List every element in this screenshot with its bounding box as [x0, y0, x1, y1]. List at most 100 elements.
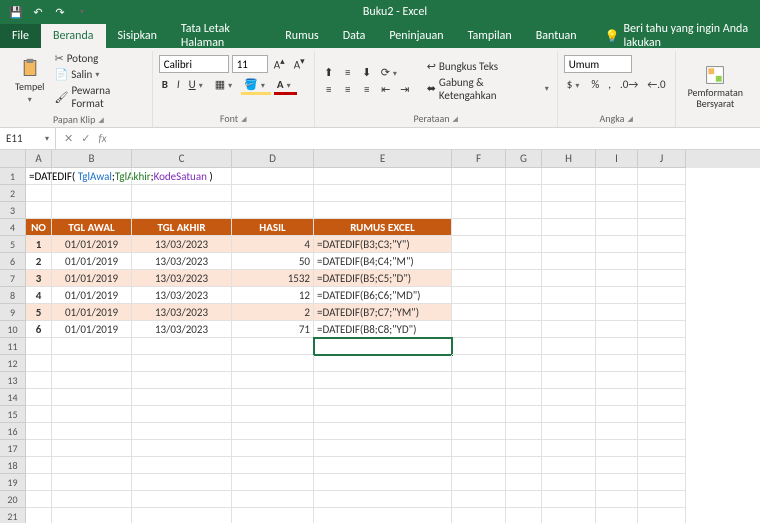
cell[interactable]: =DATEDIF(B7;C7;"YM")	[314, 304, 452, 321]
cell[interactable]: 2	[232, 304, 314, 321]
row-header[interactable]: 16	[0, 423, 26, 440]
increase-decimal-icon[interactable]: .0→	[617, 77, 641, 92]
col-header[interactable]: J	[638, 150, 686, 168]
cell[interactable]	[506, 508, 542, 523]
cell[interactable]	[232, 372, 314, 389]
cell[interactable]: 50	[232, 253, 314, 270]
col-header[interactable]: C	[132, 150, 232, 168]
cell[interactable]	[542, 304, 596, 321]
row-header[interactable]: 2	[0, 185, 26, 202]
align-left-icon[interactable]: ≡	[321, 82, 337, 97]
cell[interactable]	[52, 202, 132, 219]
cell[interactable]	[542, 457, 596, 474]
cell[interactable]: TGL AWAL	[52, 219, 132, 236]
comma-button[interactable]: ,	[605, 77, 614, 92]
cell[interactable]	[132, 508, 232, 523]
cell[interactable]	[314, 508, 452, 523]
cell[interactable]: 13/03/2023	[132, 236, 232, 253]
cell[interactable]	[542, 423, 596, 440]
cell[interactable]	[52, 440, 132, 457]
cell[interactable]	[52, 185, 132, 202]
cell[interactable]: =DATEDIF(B5;C5;"D")	[314, 270, 452, 287]
cell[interactable]	[638, 474, 686, 491]
cell[interactable]	[596, 168, 638, 185]
cell[interactable]	[638, 253, 686, 270]
tab-data[interactable]: Data	[331, 24, 378, 48]
cell[interactable]: 3	[26, 270, 52, 287]
cell[interactable]	[506, 236, 542, 253]
cell[interactable]: 13/03/2023	[132, 253, 232, 270]
cell[interactable]	[52, 389, 132, 406]
currency-button[interactable]: $▾	[564, 77, 586, 92]
cell[interactable]	[542, 202, 596, 219]
cell[interactable]	[52, 491, 132, 508]
cell[interactable]	[638, 270, 686, 287]
row-header[interactable]: 20	[0, 491, 26, 508]
cell[interactable]	[232, 491, 314, 508]
tab-beranda[interactable]: Beranda	[41, 24, 106, 48]
cell[interactable]	[26, 457, 52, 474]
cell[interactable]	[52, 423, 132, 440]
cell[interactable]	[638, 389, 686, 406]
cell[interactable]	[314, 406, 452, 423]
cell[interactable]	[542, 253, 596, 270]
cell[interactable]: =DATEDIF(B8;C8;"YD")	[314, 321, 452, 338]
cell[interactable]: =DATEDIF(B4;C4;"M")	[314, 253, 452, 270]
cell[interactable]: NO	[26, 219, 52, 236]
cell[interactable]	[542, 491, 596, 508]
row-header[interactable]: 5	[0, 236, 26, 253]
cell[interactable]: =DATEDIF( TglAwal;TglAkhir;KodeSatuan )	[26, 168, 52, 185]
percent-button[interactable]: %	[588, 77, 602, 92]
cell[interactable]	[452, 389, 506, 406]
tab-rumus[interactable]: Rumus	[273, 24, 330, 48]
cell[interactable]	[506, 338, 542, 355]
cell[interactable]	[314, 338, 452, 355]
cell[interactable]	[452, 474, 506, 491]
cell[interactable]	[596, 440, 638, 457]
cell[interactable]	[52, 355, 132, 372]
cell[interactable]	[596, 338, 638, 355]
cell[interactable]	[26, 423, 52, 440]
confirm-formula-icon[interactable]: ✓	[81, 132, 90, 145]
cell[interactable]	[596, 389, 638, 406]
row-header[interactable]: 8	[0, 287, 26, 304]
cell[interactable]	[542, 236, 596, 253]
cell[interactable]	[26, 185, 52, 202]
cell[interactable]	[638, 423, 686, 440]
cell[interactable]	[542, 372, 596, 389]
cell[interactable]	[638, 304, 686, 321]
copy-button[interactable]: 📄Salin▾	[52, 67, 145, 82]
cell[interactable]	[596, 304, 638, 321]
qat-dropdown-icon[interactable]: ▾	[74, 7, 90, 17]
cell[interactable]	[596, 372, 638, 389]
cell[interactable]	[506, 440, 542, 457]
cell[interactable]	[638, 491, 686, 508]
cell[interactable]	[596, 236, 638, 253]
row-header[interactable]: 3	[0, 202, 26, 219]
tab-peninjauan[interactable]: Peninjauan	[377, 24, 455, 48]
cell[interactable]: =DATEDIF(B6;C6;"MD")	[314, 287, 452, 304]
cell[interactable]	[542, 389, 596, 406]
cell[interactable]: 71	[232, 321, 314, 338]
cell[interactable]	[506, 304, 542, 321]
cell[interactable]	[506, 219, 542, 236]
row-header[interactable]: 1	[0, 168, 26, 185]
cell[interactable]	[452, 219, 506, 236]
cell[interactable]: TGL AKHIR	[132, 219, 232, 236]
cell[interactable]	[452, 406, 506, 423]
cell[interactable]	[52, 508, 132, 523]
cell[interactable]	[452, 338, 506, 355]
cell[interactable]	[506, 355, 542, 372]
cell[interactable]	[506, 287, 542, 304]
cell[interactable]	[542, 168, 596, 185]
cell[interactable]	[452, 168, 506, 185]
indent-decrease-icon[interactable]: ⇤	[378, 82, 394, 97]
cell[interactable]	[452, 423, 506, 440]
cell[interactable]	[26, 508, 52, 523]
cell[interactable]: 01/01/2019	[52, 287, 132, 304]
row-header[interactable]: 4	[0, 219, 26, 236]
cell[interactable]	[314, 474, 452, 491]
wrap-text-button[interactable]: ↩Bungkus Teks	[425, 59, 551, 74]
tab-sisipkan[interactable]: Sisipkan	[106, 24, 169, 48]
cell[interactable]	[232, 440, 314, 457]
